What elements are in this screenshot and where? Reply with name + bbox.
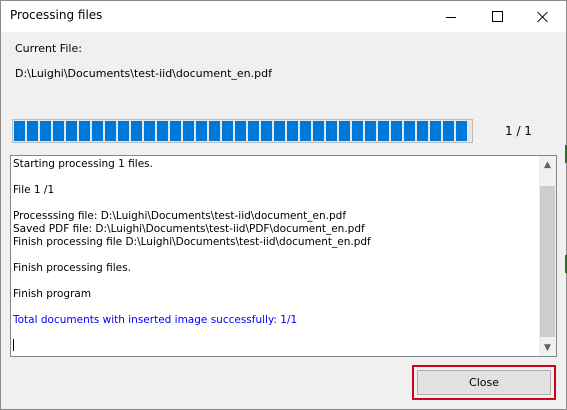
log-content: Starting processing 1 files. File 1 /1 P… [13,158,539,354]
progress-bar [12,119,473,143]
close-button[interactable]: Close [417,370,551,395]
log-scrollbar[interactable]: ▲ ▼ [539,156,556,356]
log-blank-line [13,249,539,262]
current-file-label: Current File: [15,42,82,55]
text-caret [13,339,14,351]
scroll-down-arrow-icon[interactable]: ▼ [539,339,556,356]
minimize-button[interactable] [428,1,474,32]
log-textbox[interactable]: Starting processing 1 files. File 1 /1 P… [10,155,557,357]
scroll-up-arrow-icon[interactable]: ▲ [539,156,556,173]
window-close-button[interactable] [520,1,566,32]
current-file-path: D:\Luighi\Documents\test-iid\document_en… [15,67,272,80]
log-line: File 1 /1 [13,184,55,196]
log-blank-line [13,275,539,288]
log-line: Total documents with inserted image succ… [13,314,298,326]
log-line: Saved PDF file: D:\Luighi\Documents\test… [13,223,365,235]
log-line: Finish program [13,288,92,300]
progress-fill [14,121,467,141]
log-blank-line [13,301,539,314]
title-bar: Processing files [1,1,566,32]
log-line: Starting processing 1 files. [13,158,153,170]
maximize-icon [491,11,503,22]
log-line: Processsing file: D:\Luighi\Documents\te… [13,210,347,222]
log-blank-line [13,197,539,210]
log-line: Finish processing files. [13,262,131,274]
processing-files-window: Processing files Current File: D:\Luighi… [0,0,567,410]
maximize-button[interactable] [474,1,520,32]
progress-count: 1 / 1 [505,124,532,138]
window-title: Processing files [10,8,103,22]
minimize-icon [446,17,456,18]
close-icon [537,11,549,23]
log-line: Finish processing file D:\Luighi\Documen… [13,236,371,248]
log-blank-line [13,171,539,184]
scroll-thumb[interactable] [540,186,555,337]
